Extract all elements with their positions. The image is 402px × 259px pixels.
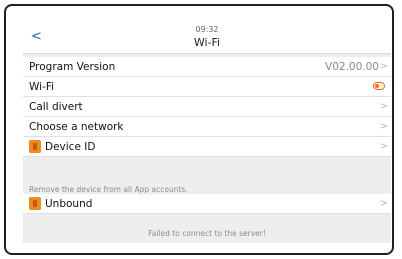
row-label: Choose a network xyxy=(29,121,124,133)
choose-network-row[interactable]: Choose a network > xyxy=(23,117,391,137)
chevron-right-icon: > xyxy=(379,121,388,132)
device-id-icon xyxy=(29,140,41,153)
chevron-right-icon: > xyxy=(379,101,388,112)
row-label: Call divert xyxy=(29,101,83,113)
chevron-right-icon: > xyxy=(379,198,388,209)
nav-header: < 09:32 Wi-Fi xyxy=(23,22,391,54)
row-label: Wi-Fi xyxy=(29,81,55,93)
status-message: Failed to connect to the server! xyxy=(148,229,266,238)
chevron-right-icon: > xyxy=(379,61,388,72)
unbound-note: Remove the device from all App accounts. xyxy=(29,185,188,194)
wifi-toggle[interactable] xyxy=(373,82,385,90)
device-frame: < 09:32 Wi-Fi Program Version V02.00.00 … xyxy=(4,4,394,255)
program-version-value: V02.00.00 xyxy=(325,61,379,73)
unbound-row[interactable]: Unbound > xyxy=(23,194,391,214)
program-version-row[interactable]: Program Version V02.00.00 > xyxy=(23,57,391,77)
wifi-row: Wi-Fi xyxy=(23,77,391,97)
unbound-icon xyxy=(29,197,41,210)
page-title: Wi-Fi xyxy=(193,36,221,49)
chevron-right-icon: > xyxy=(379,141,388,152)
call-divert-row[interactable]: Call divert > xyxy=(23,97,391,117)
device-id-row[interactable]: Device ID > xyxy=(23,137,391,157)
app-screen: < 09:32 Wi-Fi Program Version V02.00.00 … xyxy=(23,22,391,243)
row-label: Unbound xyxy=(45,198,93,210)
row-label: Program Version xyxy=(29,61,116,73)
row-label: Device ID xyxy=(45,141,96,153)
status-time: 09:32 xyxy=(195,25,219,34)
